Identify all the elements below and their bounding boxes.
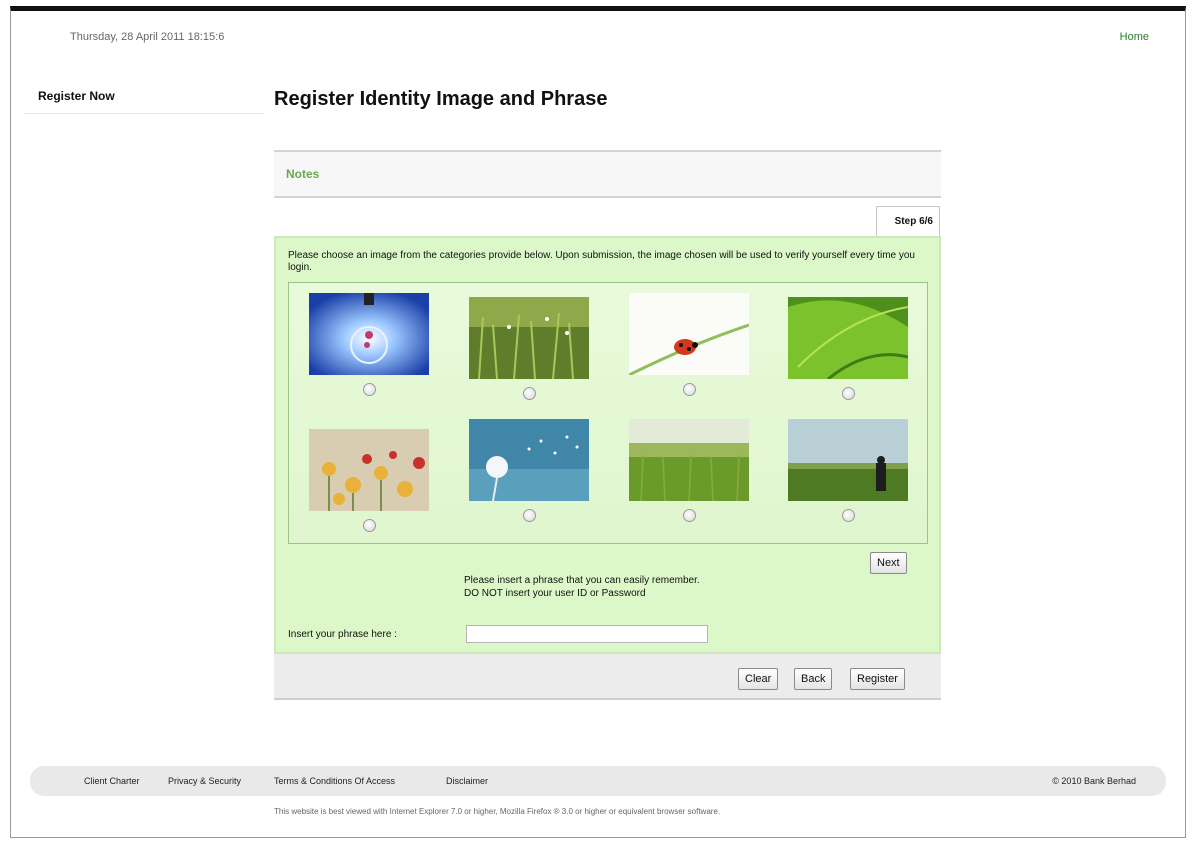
light-bulb-image[interactable] (309, 293, 429, 375)
image-radio[interactable] (363, 519, 376, 532)
green-leaf-image[interactable] (788, 297, 908, 379)
home-link[interactable]: Home (1120, 31, 1149, 43)
image-radio[interactable] (363, 383, 376, 396)
sidebar-item-register-now[interactable]: Register Now (24, 86, 264, 114)
image-radio[interactable] (683, 383, 696, 396)
image-option[interactable] (469, 419, 589, 534)
phrase-instructions: Please insert a phrase that you can easi… (464, 574, 700, 600)
image-radio[interactable] (523, 387, 536, 400)
person-in-field-image[interactable] (788, 419, 908, 501)
phrase-note-line2: DO NOT insert your user ID or Password (464, 588, 646, 599)
page-title: Register Identity Image and Phrase (274, 88, 608, 110)
footer-link-terms[interactable]: Terms & Conditions Of Access (274, 776, 395, 786)
back-button[interactable]: Back (794, 668, 833, 690)
wheat-field-image[interactable] (629, 419, 749, 501)
ladybug-image[interactable] (629, 293, 749, 375)
flowers-image[interactable] (309, 429, 429, 511)
phrase-label: Insert your phrase here : (288, 629, 397, 640)
footer-link-client-charter[interactable]: Client Charter (84, 776, 140, 786)
clear-button[interactable]: Clear (738, 668, 779, 690)
footer-bar: Client Charter Privacy & Security Terms … (30, 766, 1166, 796)
image-option[interactable] (629, 419, 749, 534)
register-button[interactable]: Register (850, 668, 905, 690)
step-indicator: Step 6/6 (876, 206, 940, 236)
phrase-input[interactable] (466, 625, 708, 643)
image-option[interactable] (309, 429, 429, 544)
image-radio[interactable] (523, 509, 536, 522)
image-option[interactable] (788, 419, 908, 534)
image-option[interactable] (469, 297, 589, 412)
header-datetime: Thursday, 28 April 2011 18:15:6 (70, 31, 225, 43)
next-button[interactable]: Next (870, 552, 907, 574)
registration-panel: Please choose an image from the categori… (274, 236, 941, 654)
notes-label: Notes (286, 167, 320, 181)
instructions-text: Please choose an image from the categori… (288, 250, 915, 273)
copyright-text: © 2010 Bank Berhad (1052, 776, 1136, 786)
image-radio[interactable] (683, 509, 696, 522)
image-option[interactable] (788, 297, 908, 412)
image-radio[interactable] (842, 387, 855, 400)
dandelion-image[interactable] (469, 419, 589, 501)
phrase-note-line1: Please insert a phrase that you can easi… (464, 575, 700, 586)
footer-link-privacy-security[interactable]: Privacy & Security (168, 776, 241, 786)
image-radio[interactable] (842, 509, 855, 522)
image-grid (288, 282, 928, 544)
action-bar: Clear Back Register (274, 654, 941, 700)
sidebar-item-label: Register Now (38, 89, 115, 103)
image-option[interactable] (309, 293, 429, 408)
footer-link-disclaimer[interactable]: Disclaimer (446, 776, 488, 786)
notes-bar[interactable]: Notes (274, 150, 941, 198)
grass-dew-image[interactable] (469, 297, 589, 379)
image-option[interactable] (629, 293, 749, 408)
browser-note: This website is best viewed with Interne… (274, 807, 721, 816)
